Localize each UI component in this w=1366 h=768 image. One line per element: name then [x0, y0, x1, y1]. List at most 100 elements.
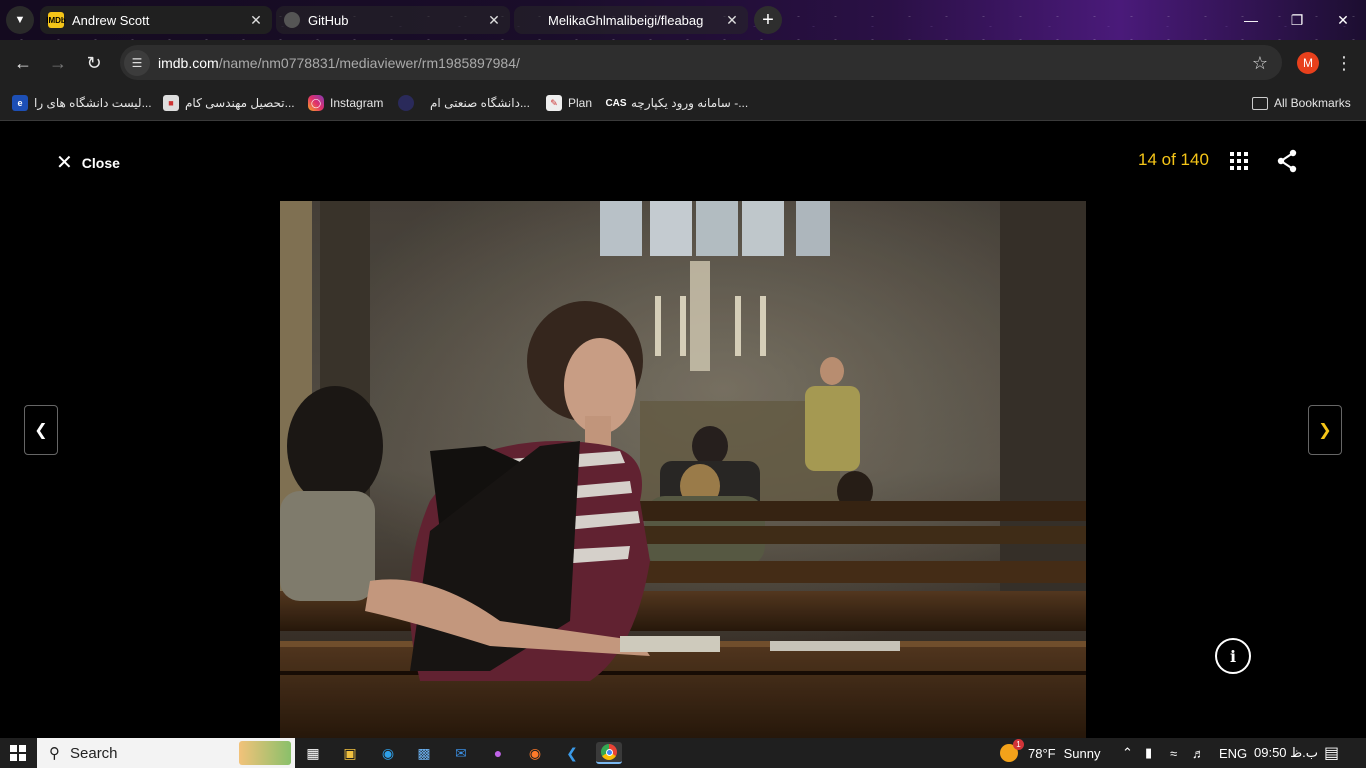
taskbar-search[interactable]: ⚲ Search	[37, 738, 295, 768]
tab-andrew-scott[interactable]: IMDb Andrew Scott ✕	[40, 6, 272, 34]
search-highlight-icon	[239, 741, 291, 765]
language-indicator[interactable]: ENG	[1219, 738, 1247, 768]
bookmark-item[interactable]: دانشگاه صنعتی ام...	[398, 93, 530, 113]
tab-fleabag-repo[interactable]: MelikaGhlmalibeigi/fleabag ✕	[514, 6, 748, 34]
firefox-icon[interactable]: ◉	[522, 742, 548, 764]
url-text[interactable]: imdb.com/name/nm0778831/mediaviewer/rm19…	[158, 55, 520, 71]
url-path: /name/nm0778831/mediaviewer/rm1985897984…	[218, 54, 520, 71]
wifi-icon[interactable]: ≈	[1170, 738, 1177, 768]
weather-temp: 78°F	[1028, 745, 1056, 761]
bookmark-item[interactable]: ■ تحصیل مهندسی کام...	[163, 93, 295, 113]
info-icon[interactable]: i	[1215, 638, 1251, 674]
edge-icon[interactable]: ◉	[375, 742, 401, 764]
bookmark-item[interactable]: ◯ Instagram	[308, 93, 383, 113]
app-icon[interactable]: ●	[485, 742, 511, 764]
windows-start-button[interactable]	[0, 738, 36, 768]
tab-strip: ▼ IMDb Andrew Scott ✕ GitHub ✕ MelikaGhl…	[0, 0, 1366, 40]
tab-title: MelikaGhlmalibeigi/fleabag	[548, 12, 704, 28]
bookmark-label: Instagram	[330, 96, 384, 110]
new-tab-button[interactable]: +	[754, 6, 782, 34]
search-placeholder: Search	[70, 744, 118, 762]
profile-avatar[interactable]: M	[1297, 52, 1319, 74]
windows-logo-icon	[10, 745, 26, 761]
media-viewer: ✕ Close 14 of 140 ❮ ❯ i	[0, 121, 1366, 738]
cas-icon: CAS	[605, 97, 627, 109]
bookmark-star-icon[interactable]: ☆	[1252, 53, 1268, 74]
bookmark-label: Plan	[568, 96, 593, 110]
bookmark-item[interactable]: CAS سامانه ورود یکپارچه -...	[605, 93, 749, 113]
chevron-left-icon: ❮	[34, 422, 48, 439]
minimize-icon: —	[1244, 12, 1258, 28]
chevron-down-icon: ▼	[14, 14, 26, 26]
close-label: Close	[81, 154, 120, 171]
clock[interactable]: 09:50 ب.ظ	[1254, 738, 1318, 768]
github-icon	[284, 12, 300, 28]
bookmark-label: تحصیل مهندسی کام...	[185, 96, 295, 110]
reload-button[interactable]: ↻	[79, 48, 109, 78]
minimize-button[interactable]: —	[1228, 0, 1274, 40]
tab-title: GitHub	[308, 12, 349, 28]
browser-window: ▼ IMDb Andrew Scott ✕ GitHub ✕ MelikaGhl…	[0, 0, 1366, 768]
windows-taskbar: ⚲ Search ▦ ▣ ◉ ▩ ✉ ● ◉ ❮ 1 78°F Sunny ⌃ …	[0, 738, 1366, 768]
imdb-icon: IMDb	[46, 12, 66, 28]
restore-button[interactable]: ❐	[1274, 0, 1320, 40]
file-explorer-icon[interactable]: ▣	[337, 742, 363, 764]
media-image	[280, 201, 1086, 738]
mail-icon[interactable]: ✉	[448, 742, 474, 764]
bookmark-label: سامانه ورود یکپارچه -...	[631, 96, 749, 110]
restore-icon: ❐	[1290, 11, 1304, 28]
chevron-up-icon: ⌃	[1122, 745, 1133, 760]
search-icon: ⚲	[49, 745, 60, 762]
folder-icon	[1252, 96, 1268, 110]
back-button[interactable]: ←	[8, 48, 38, 78]
show-hidden-icons[interactable]: ⌃	[1122, 738, 1133, 768]
tab-github[interactable]: GitHub ✕	[276, 6, 510, 34]
url-domain: imdb.com	[158, 54, 219, 71]
close-icon: ✕	[1337, 11, 1349, 28]
university-icon	[398, 95, 414, 111]
instagram-icon: ◯	[308, 95, 324, 111]
close-icon[interactable]: ✕	[724, 12, 740, 28]
battery-icon[interactable]: ▮	[1145, 738, 1152, 768]
task-view-icon[interactable]: ▦	[300, 742, 326, 764]
plan-icon: ✎	[546, 95, 562, 111]
sun-icon: 1	[1000, 739, 1024, 762]
close-icon[interactable]: ✕	[486, 12, 502, 28]
arrow-right-icon: →	[49, 52, 67, 73]
gallery-grid-icon[interactable]	[1230, 152, 1248, 170]
more-menu-icon[interactable]: ⋮	[1334, 48, 1354, 78]
bookmark-item[interactable]: ✎ Plan	[546, 93, 592, 113]
chevron-right-icon: ❯	[1318, 422, 1332, 439]
bookmark-label: لیست دانشگاه های را...	[34, 96, 152, 110]
arrow-left-icon: ←	[14, 52, 32, 73]
volume-icon[interactable]: ♬	[1192, 738, 1205, 768]
image-counter: 14 of 140	[1138, 150, 1209, 169]
tab-search-button[interactable]: ▼	[6, 6, 34, 34]
weather-widget[interactable]: 1 78°F Sunny	[1000, 738, 1100, 768]
all-bookmarks[interactable]: All Bookmarks	[1252, 93, 1351, 113]
weather-badge: 1	[1013, 739, 1024, 750]
next-image-button[interactable]: ❯	[1308, 405, 1342, 455]
reload-icon: ↻	[86, 52, 102, 73]
weather-condition: Sunny	[1063, 745, 1101, 761]
address-bar[interactable]: ☰ imdb.com/name/nm0778831/mediaviewer/rm…	[120, 45, 1282, 80]
close-viewer-button[interactable]: ✕ Close	[56, 150, 120, 175]
close-icon[interactable]: ✕	[248, 12, 264, 28]
notification-icon[interactable]: ▤	[1324, 738, 1339, 768]
vscode-icon[interactable]: ❮	[559, 742, 585, 764]
all-bookmarks-label: All Bookmarks	[1274, 96, 1351, 110]
edu-icon: ■	[163, 95, 179, 111]
previous-image-button[interactable]: ❮	[24, 405, 58, 455]
store-icon[interactable]: ▩	[411, 742, 437, 764]
tab-title: Andrew Scott	[72, 12, 150, 28]
share-icon[interactable]	[1276, 149, 1298, 173]
chrome-icon[interactable]	[596, 742, 622, 764]
plus-icon: +	[762, 8, 774, 31]
close-window-button[interactable]: ✕	[1320, 0, 1366, 40]
uni-list-icon: e	[12, 95, 28, 111]
bookmark-item[interactable]: e لیست دانشگاه های را...	[12, 93, 152, 113]
bookmark-label: دانشگاه صنعتی ام...	[430, 96, 530, 110]
site-info-icon[interactable]: ☰	[124, 49, 150, 76]
forward-button[interactable]: →	[43, 48, 73, 78]
close-icon: ✕	[56, 152, 73, 174]
